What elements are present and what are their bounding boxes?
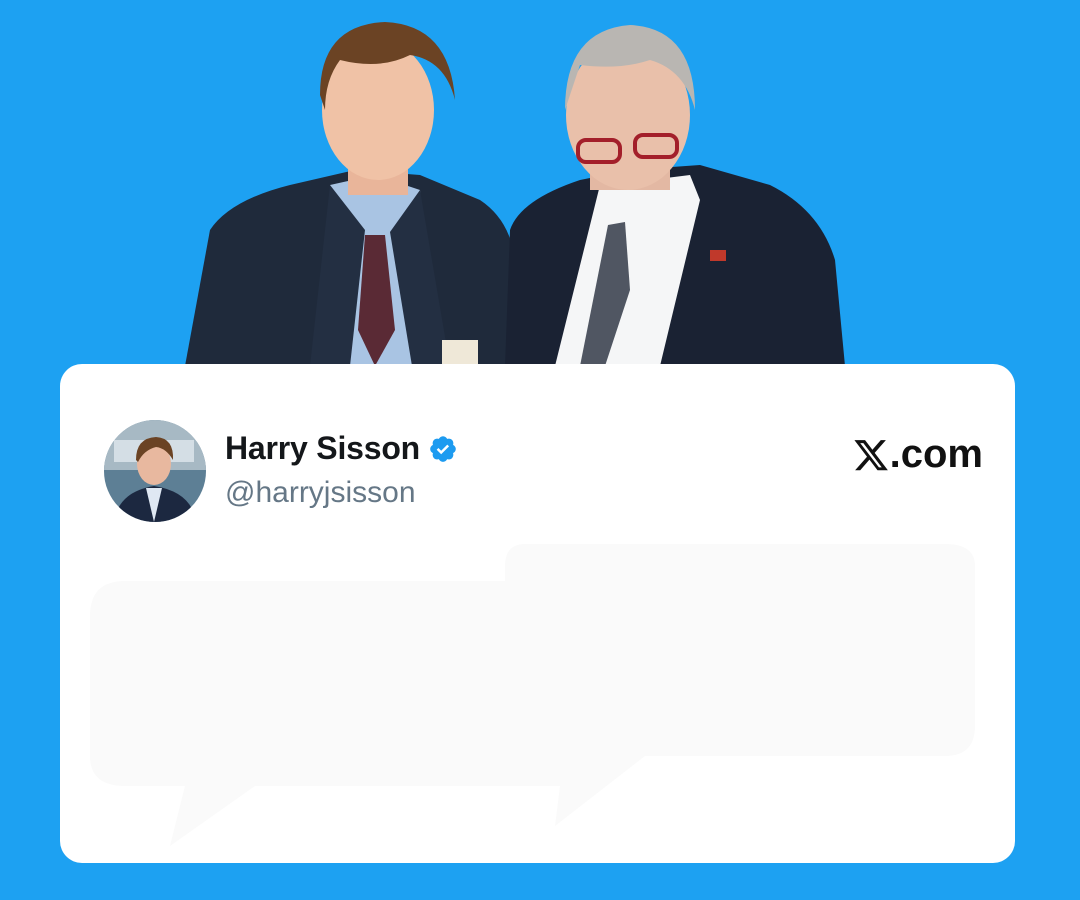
verified-badge-icon bbox=[430, 435, 456, 462]
brand-label: .com bbox=[889, 432, 983, 476]
header-photo bbox=[185, 22, 845, 366]
avatar[interactable] bbox=[104, 420, 206, 522]
speech-bubble-placeholder bbox=[90, 544, 975, 846]
author-name[interactable]: Harry Sisson bbox=[225, 430, 420, 467]
x-logo-icon bbox=[854, 439, 888, 470]
x-brand[interactable]: .com bbox=[854, 432, 983, 477]
post-card: Harry Sisson @harryjsisson .com bbox=[60, 364, 1015, 863]
person-right bbox=[505, 25, 845, 366]
person-left bbox=[185, 22, 520, 366]
author-handle[interactable]: @harryjsisson bbox=[225, 476, 416, 510]
